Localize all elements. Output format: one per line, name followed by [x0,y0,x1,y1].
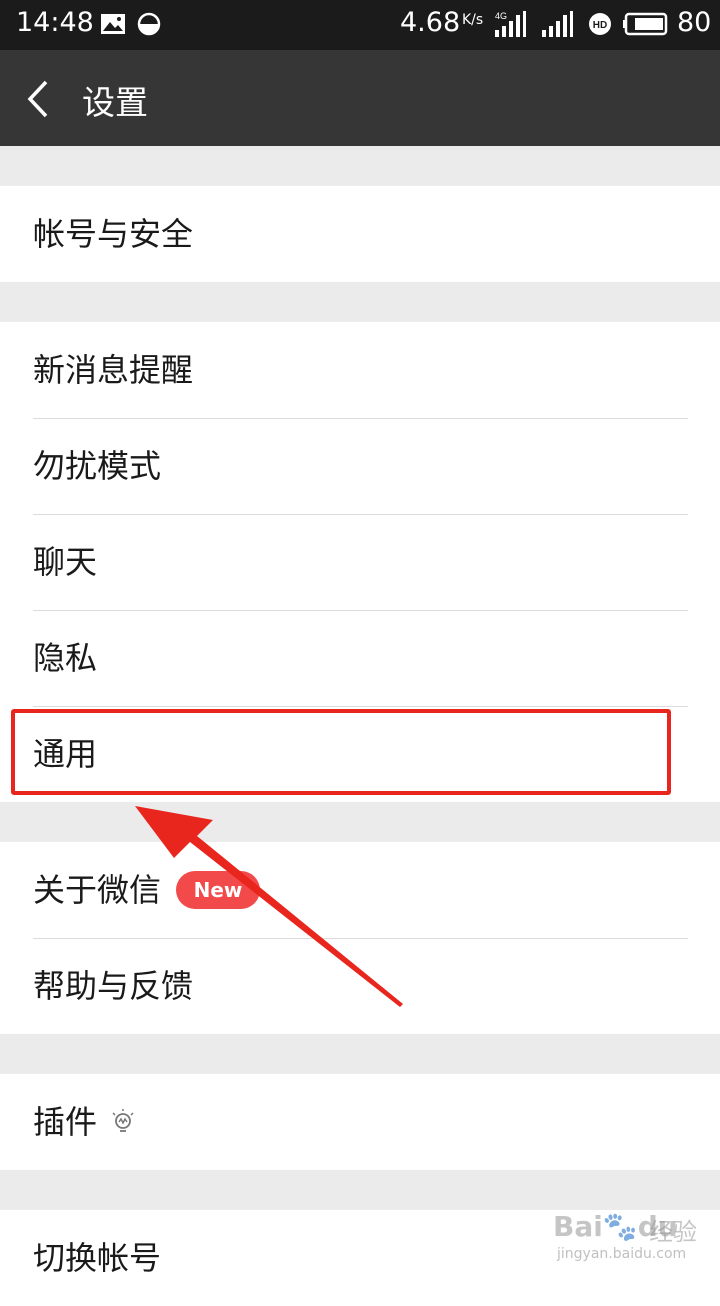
settings-item-label: 新消息提醒 [33,351,194,389]
status-bar: 14:48 4.68 K/s 4G HD 80 [0,0,720,50]
settings-item-do-not-disturb[interactable]: 勿扰模式 [0,418,720,514]
settings-item-label: 插件 [33,1103,98,1141]
annotation-highlight-box [11,709,671,795]
chevron-left-icon[interactable] [20,78,60,120]
signal-icon [542,11,573,37]
battery-percent: 80 [677,7,712,38]
signal-4g-icon: 4G [495,11,526,37]
svg-text:4G: 4G [495,11,507,21]
watermark-url: jingyan.baidu.com [557,1246,687,1262]
battery-icon [623,12,668,36]
settings-item-about[interactable]: 关于微信 New [0,842,720,938]
settings-group-account: 帐号与安全 [0,186,720,282]
settings-item-label: 聊天 [33,543,98,581]
new-badge: New [176,871,260,909]
settings-item-label: 帮助与反馈 [33,967,194,1005]
svg-text:HD: HD [593,20,607,31]
settings-group-plugins: 插件 [0,1074,720,1170]
settings-item-plugins[interactable]: 插件 [0,1074,720,1170]
image-icon [101,14,125,34]
settings-item-help-feedback[interactable]: 帮助与反馈 [0,938,720,1034]
watermark: Bai🐾du 经验 jingyan.baidu.com [553,1210,713,1270]
status-time: 14:48 [16,7,94,38]
settings-item-notifications[interactable]: 新消息提醒 [0,322,720,418]
net-unit: K/s [462,12,484,28]
settings-item-privacy[interactable]: 隐私 [0,610,720,706]
settings-item-chat[interactable]: 聊天 [0,514,720,610]
page-title: 设置 [82,83,148,122]
hd-icon: HD [589,13,611,35]
settings-group-about: 关于微信 New 帮助与反馈 [0,842,720,1034]
settings-item-label: 隐私 [33,639,98,677]
settings-item-label: 勿扰模式 [33,447,162,485]
settings-item-label: 关于微信 [33,871,162,909]
half-circle-icon [137,12,161,36]
net-speed: 4.68 [400,7,461,38]
settings-item-label: 帐号与安全 [33,215,194,253]
settings-item-label: 切换帐号 [33,1239,162,1277]
watermark-product: 经验 [649,1218,697,1246]
title-bar: 设置 [0,50,720,146]
lightbulb-icon [112,1109,134,1132]
settings-item-account-security[interactable]: 帐号与安全 [0,186,720,282]
